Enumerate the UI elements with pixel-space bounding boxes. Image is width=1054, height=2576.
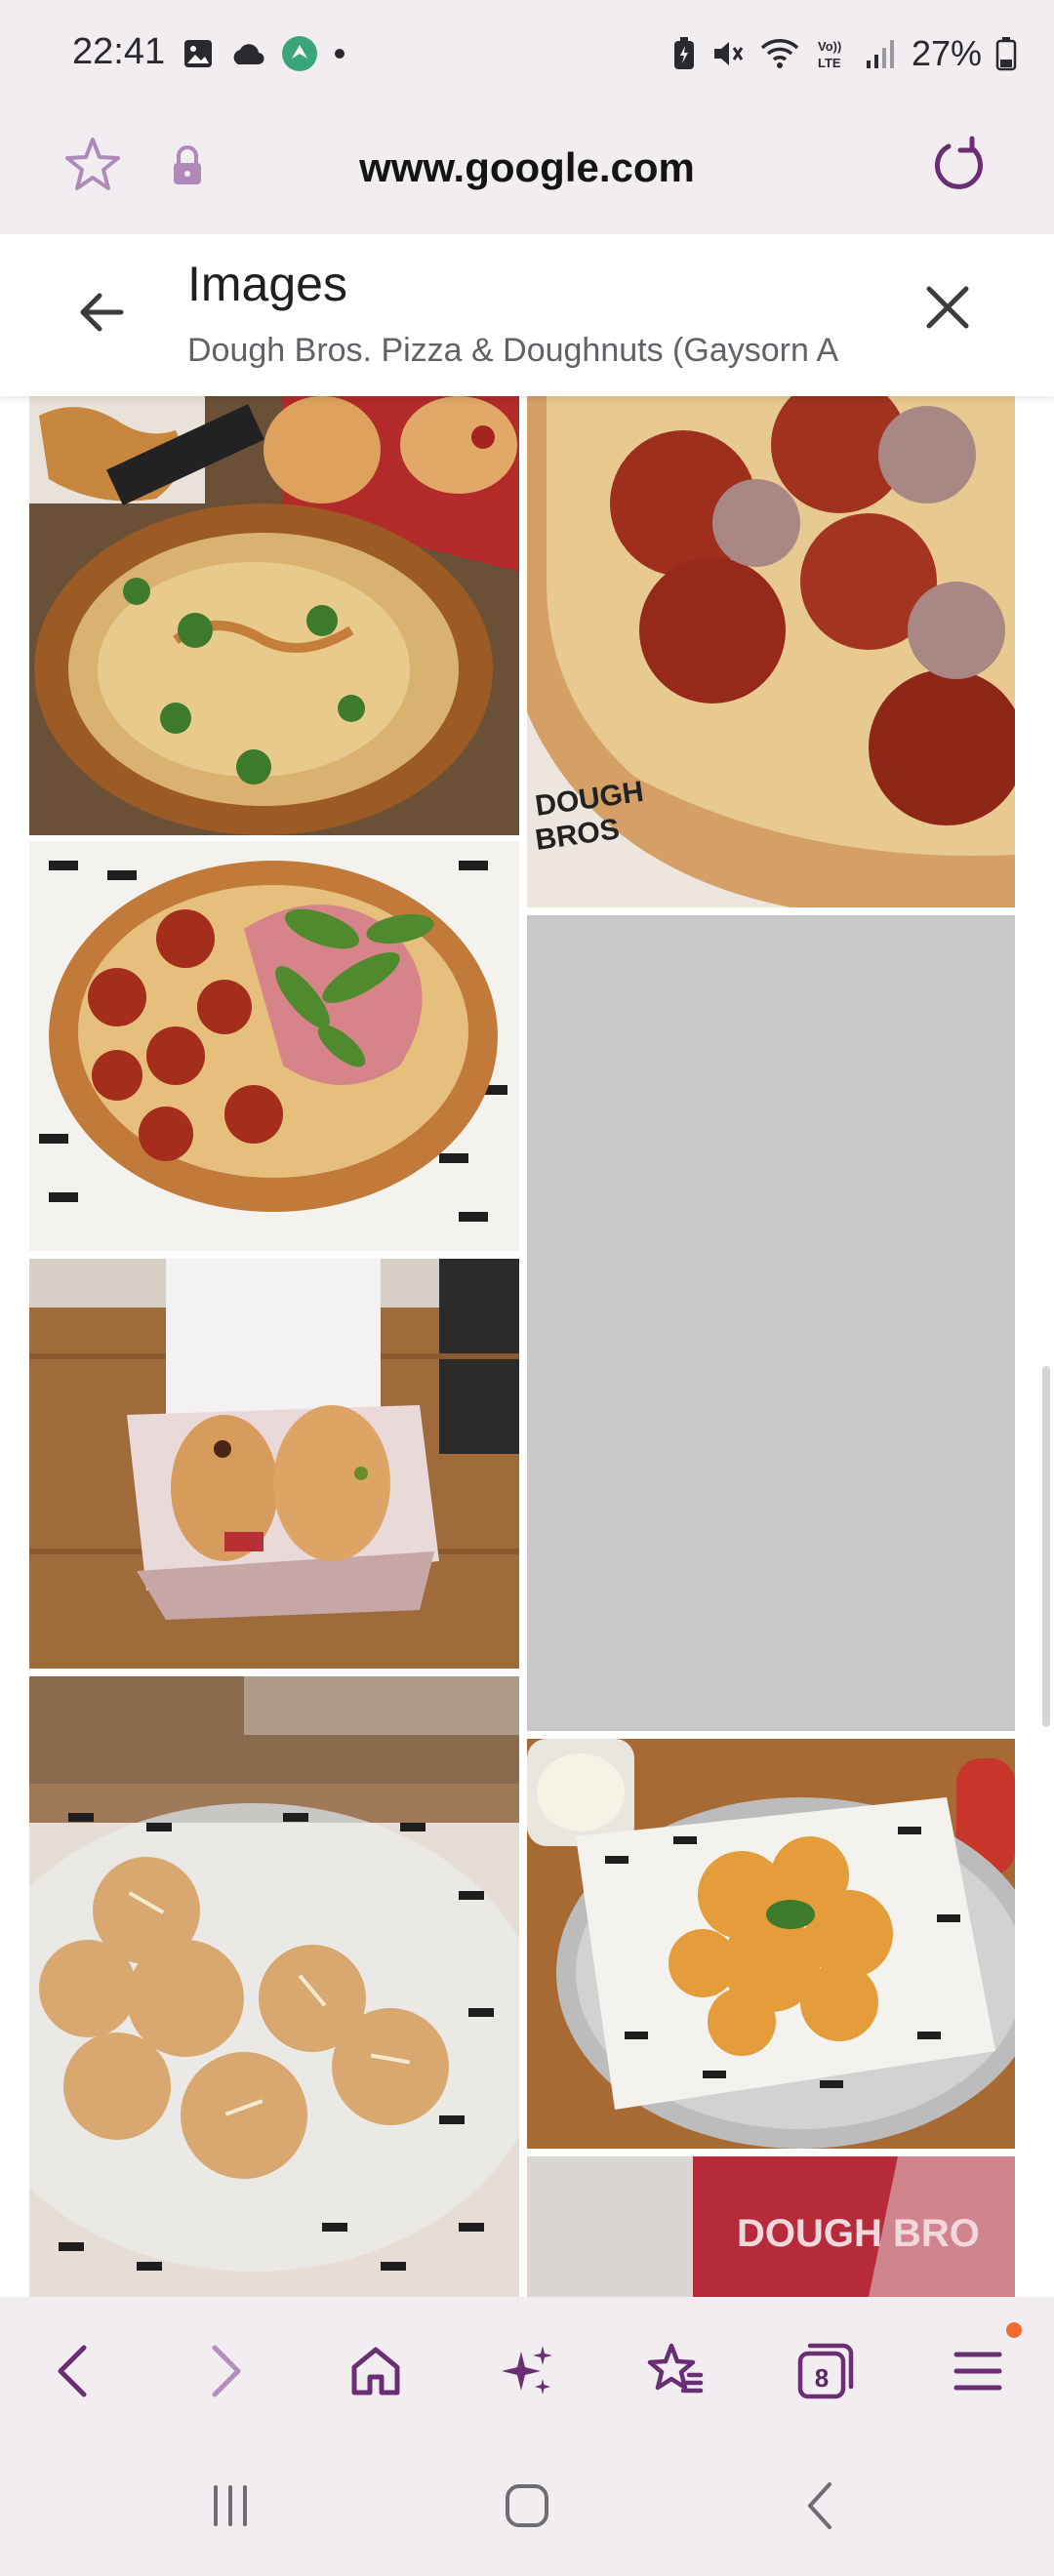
back-nav-button[interactable] <box>781 2476 859 2535</box>
url-bar: www.google.com <box>0 107 1054 232</box>
bookmarks-list-icon <box>647 2343 704 2394</box>
image-tile-fried-chicken[interactable] <box>527 1739 1015 2149</box>
image-tile-pepperoni-arugula-pizza[interactable] <box>29 841 519 1251</box>
status-bar: 22:41 Vo)) LTE 27% <box>0 0 1054 107</box>
forward-icon <box>212 2345 241 2397</box>
cloud-icon <box>233 44 264 65</box>
home-icon <box>351 2347 400 2395</box>
mute-icon <box>713 42 744 65</box>
back-nav-icon <box>808 2482 831 2529</box>
image-tile-pepperoni-closeup[interactable]: DOUGH BROS <box>527 396 1015 907</box>
recent-apps-icon <box>214 2485 247 2526</box>
menu-icon <box>953 2352 1002 2391</box>
toolbar-ai-button[interactable] <box>488 2332 566 2410</box>
battery-saver-icon <box>673 37 694 69</box>
dot-icon <box>335 49 345 59</box>
back-arrow-icon[interactable] <box>74 285 129 340</box>
page-subtitle: Dough Bros. Pizza & Doughnuts (Gaysorn A <box>187 332 839 369</box>
sign-text: DOUGH BRO <box>737 2212 980 2255</box>
tab-count: 8 <box>814 2363 830 2393</box>
toolbar-back-button[interactable] <box>33 2332 111 2410</box>
app-icon <box>282 36 317 71</box>
toolbar-forward-button[interactable] <box>187 2332 265 2410</box>
signal-icon <box>866 40 894 68</box>
svg-text:LTE: LTE <box>818 56 841 70</box>
recent-apps-button[interactable] <box>191 2476 269 2535</box>
toolbar-home-button[interactable] <box>337 2332 415 2410</box>
url-text[interactable]: www.google.com <box>0 144 1054 191</box>
reload-icon[interactable] <box>927 133 992 197</box>
image-tile-placeholder[interactable] <box>527 915 1015 1731</box>
gallery-icon <box>184 40 212 67</box>
battery-percent: 27% <box>911 33 982 73</box>
toolbar-menu-button[interactable] <box>939 2332 1017 2410</box>
system-nav-bar <box>0 2437 1054 2576</box>
sparkle-icon <box>502 2346 552 2395</box>
image-tile-pizza-with-chicken[interactable] <box>29 396 519 835</box>
svg-text:Vo)): Vo)) <box>818 39 841 54</box>
images-panel-header: Images Dough Bros. Pizza & Doughnuts (Ga… <box>0 234 1054 396</box>
back-icon <box>58 2345 87 2397</box>
page-title: Images <box>187 257 347 311</box>
volte-icon: Vo)) LTE <box>818 39 841 70</box>
home-nav-button[interactable] <box>488 2476 566 2535</box>
close-icon[interactable] <box>921 281 974 334</box>
image-tile-garlic-knots[interactable] <box>29 1676 519 2297</box>
browser-toolbar: 8 <box>0 2297 1054 2437</box>
wifi-icon <box>760 39 799 68</box>
status-time: 22:41 <box>72 31 166 72</box>
image-tile-doughnuts-in-box[interactable] <box>29 1259 519 1669</box>
battery-icon <box>995 37 1017 71</box>
image-grid: DOUGH BROS DOUGH BRO <box>0 396 1054 2297</box>
home-nav-icon <box>506 2484 548 2527</box>
image-tile-dough-bros-sign[interactable]: DOUGH BRO <box>527 2156 1015 2297</box>
toolbar-bookmarks-button[interactable] <box>636 2332 714 2410</box>
toolbar-tabs-button[interactable]: 8 <box>787 2332 865 2410</box>
scrollbar-thumb[interactable] <box>1042 1366 1050 1727</box>
menu-notification-dot <box>1006 2322 1022 2338</box>
